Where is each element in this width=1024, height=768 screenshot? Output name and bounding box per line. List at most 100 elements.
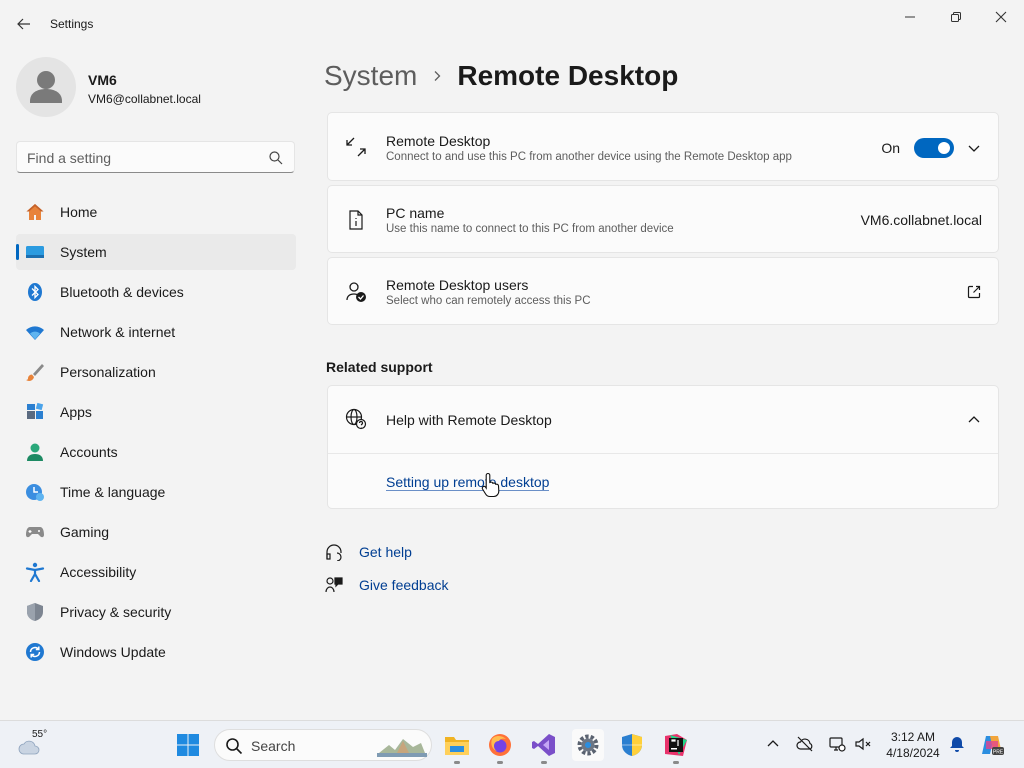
chevron-down-icon[interactable] (966, 140, 982, 156)
pc-name-title: PC name (386, 205, 445, 221)
remote-users-card[interactable]: Remote Desktop users Select who can remo… (327, 257, 999, 325)
help-remote-desktop-header[interactable]: Help with Remote Desktop (328, 386, 998, 453)
wifi-icon (26, 326, 44, 340)
back-button[interactable] (12, 12, 36, 36)
firefox-icon (489, 734, 511, 756)
network-icon[interactable] (828, 735, 846, 753)
help-remote-desktop-title: Help with Remote Desktop (386, 412, 552, 428)
minimize-icon (905, 16, 915, 18)
taskbar-visual-studio[interactable] (528, 729, 560, 764)
sidebar-item-accounts[interactable]: Accounts (16, 434, 296, 470)
security-shield-icon (622, 734, 642, 756)
close-button[interactable] (978, 4, 1024, 30)
breadcrumb: System Remote Desktop (324, 58, 678, 94)
sidebar-item-label: Time & language (60, 484, 166, 500)
folder-icon (445, 737, 469, 755)
sidebar-item-accessibility[interactable]: Accessibility (16, 554, 296, 590)
external-link-icon[interactable] (966, 284, 982, 300)
sidebar-item-label: Home (60, 204, 98, 220)
sidebar-item-apps[interactable]: Apps (16, 394, 296, 430)
remote-desktop-card[interactable]: Remote Desktop Connect to and use this P… (327, 112, 999, 181)
taskbar-firefox[interactable] (484, 729, 516, 764)
sidebar-item-time-language[interactable]: Time & language (16, 474, 296, 510)
system-icon (26, 246, 44, 258)
get-help-link[interactable]: Get help (359, 544, 412, 560)
toggle-state-label: On (881, 140, 900, 156)
clock-date: 4/18/2024 (886, 746, 940, 760)
sidebar-item-personalization[interactable]: Personalization (16, 354, 296, 390)
title-bar: Settings (0, 0, 1024, 48)
sidebar-item-network[interactable]: Network & internet (16, 314, 296, 350)
sidebar-item-label: Network & internet (60, 324, 176, 340)
user-name: VM6 (88, 72, 117, 88)
start-button[interactable] (172, 729, 204, 761)
cloud-offline-icon[interactable] (796, 735, 814, 753)
remote-users-description: Select who can remotely access this PC (386, 295, 591, 307)
sidebar-item-label: Personalization (60, 364, 156, 380)
search-icon (226, 738, 243, 755)
chevron-up-icon[interactable] (966, 412, 982, 428)
arrow-left-icon (17, 18, 30, 30)
breadcrumb-parent[interactable]: System (324, 60, 417, 92)
taskbar-search[interactable]: Search (214, 729, 432, 761)
taskbar-search-label: Search (251, 738, 296, 754)
volume-muted-icon[interactable] (854, 735, 872, 753)
accessibility-icon (25, 562, 45, 582)
chevron-up-icon[interactable] (764, 735, 782, 753)
weather-widget[interactable]: 55° (16, 729, 56, 761)
sidebar-item-windows-update[interactable]: Windows Update (16, 634, 296, 670)
sidebar-item-gaming[interactable]: Gaming (16, 514, 296, 550)
accounts-icon (27, 443, 43, 461)
sidebar-item-system[interactable]: System (16, 234, 296, 270)
time-language-icon (26, 484, 44, 501)
clock-time: 3:12 AM (890, 730, 936, 744)
bluetooth-icon (28, 283, 42, 301)
maximize-button[interactable] (933, 4, 979, 30)
sidebar-item-label: Bluetooth & devices (60, 284, 184, 300)
taskbar-clock[interactable]: 3:12 AM 4/18/2024 (880, 729, 946, 761)
hand-cursor-icon (481, 472, 500, 498)
minimize-button[interactable] (887, 4, 933, 30)
cloud-icon (18, 740, 40, 755)
remote-desktop-toggle[interactable] (914, 138, 954, 158)
avatar[interactable] (16, 57, 76, 117)
sidebar-item-bluetooth[interactable]: Bluetooth & devices (16, 274, 296, 310)
divider (328, 453, 998, 454)
search-box[interactable] (16, 141, 295, 173)
pc-name-description: Use this name to connect to this PC from… (386, 223, 674, 235)
search-input[interactable] (27, 148, 267, 168)
sidebar-item-label: Accounts (60, 444, 118, 460)
sidebar-nav: Home System Bluetooth & devices Network … (16, 194, 296, 674)
chevron-right-icon (434, 71, 441, 81)
get-help-icon (326, 544, 342, 561)
update-icon (26, 643, 44, 661)
feedback-icon (325, 577, 343, 593)
notification-bell-icon[interactable] (948, 735, 966, 753)
weather-temperature: 55° (32, 729, 48, 740)
sidebar-item-home[interactable]: Home (16, 194, 296, 230)
pc-name-card: PC name Use this name to connect to this… (327, 185, 999, 253)
windows-logo-icon (177, 734, 199, 756)
home-icon (26, 204, 44, 220)
sidebar-item-privacy[interactable]: Privacy & security (16, 594, 296, 630)
close-icon (995, 11, 1007, 23)
taskbar-settings[interactable] (572, 729, 604, 761)
setting-up-remote-desktop-link[interactable]: Setting up remote desktop (386, 474, 550, 491)
taskbar-jetbrains[interactable] (660, 729, 692, 764)
search-highlight-icon (377, 739, 427, 757)
users-check-icon (346, 282, 366, 302)
user-icon (30, 71, 62, 103)
taskbar-file-explorer[interactable] (441, 729, 473, 764)
sidebar-item-label: Privacy & security (60, 604, 172, 620)
svg-text:PRE: PRE (993, 750, 1004, 756)
toggle-knob (938, 142, 950, 154)
remote-desktop-title: Remote Desktop (386, 133, 491, 149)
shield-icon (27, 603, 43, 621)
taskbar-security[interactable] (616, 729, 648, 761)
jetbrains-icon (665, 734, 687, 756)
give-feedback-link[interactable]: Give feedback (359, 577, 449, 593)
remote-desktop-description: Connect to and use this PC from another … (386, 151, 792, 163)
globe-help-icon (345, 408, 367, 430)
copilot-icon[interactable]: PRE (980, 733, 1004, 757)
page-title: Remote Desktop (457, 60, 679, 91)
